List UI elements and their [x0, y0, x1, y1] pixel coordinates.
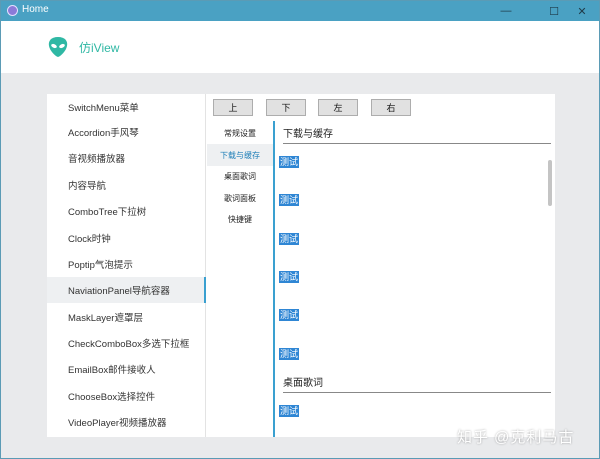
- test-label: 测试: [279, 309, 300, 321]
- menu-item-accordion[interactable]: Accordion手风琴: [47, 119, 206, 145]
- subnav-lyrics-panel[interactable]: 歌词面板: [207, 187, 273, 209]
- section-title-desktop-lyrics: 桌面歌词: [283, 374, 551, 393]
- subnav-desktop-lyrics[interactable]: 桌面歌词: [207, 165, 273, 187]
- subnav-download-cache[interactable]: 下载与缓存: [207, 144, 273, 166]
- test-label: 测试: [279, 405, 300, 417]
- subnav-general[interactable]: 常规设置: [207, 122, 273, 144]
- right-button[interactable]: 右: [371, 99, 411, 116]
- menu-item-navigation-panel[interactable]: NaviationPanel导航容器: [47, 277, 206, 303]
- settings-nav: 常规设置 下载与缓存 桌面歌词 歌词面板 快捷键: [207, 121, 275, 437]
- left-button[interactable]: 左: [318, 99, 358, 116]
- window-title: Home: [22, 4, 49, 15]
- menu-item-emailbox[interactable]: EmailBox邮件接收人: [47, 356, 206, 382]
- main-panel: SwitchMenu菜单 Accordion手风琴 音视频播放器 内容导航 Co…: [47, 94, 555, 437]
- menu-item-combotree[interactable]: ComboTree下拉树: [47, 198, 206, 224]
- section-title-download-cache: 下载与缓存: [283, 125, 551, 144]
- menu-item-media-player[interactable]: 音视频播放器: [47, 145, 206, 171]
- minimize-button[interactable]: —: [489, 1, 523, 21]
- app-icon: [7, 5, 18, 16]
- test-label: 测试: [279, 233, 300, 245]
- watermark: 知乎 @克利马古: [457, 429, 575, 446]
- subnav-shortcuts[interactable]: 快捷键: [207, 208, 273, 230]
- menu-item-masklayer[interactable]: MaskLayer遮罩层: [47, 304, 206, 330]
- test-label: 测试: [279, 194, 300, 206]
- menu-item-videoplayer[interactable]: VideoPlayer视频播放器: [47, 409, 206, 435]
- side-menu: SwitchMenu菜单 Accordion手风琴 音视频播放器 内容导航 Co…: [47, 94, 206, 437]
- app-header: 仿iView: [1, 21, 599, 73]
- title-bar[interactable]: Home — ☐ ✕: [1, 1, 599, 21]
- alien-logo-icon: [48, 37, 68, 57]
- menu-item-clock[interactable]: Clock时钟: [47, 225, 206, 251]
- menu-item-poptip[interactable]: Poptip气泡提示: [47, 251, 206, 277]
- content-scrollbar[interactable]: [548, 160, 552, 206]
- test-label: 测试: [279, 348, 300, 360]
- settings-content[interactable]: 下载与缓存 测试 测试 测试 测试 测试 测试 桌面歌词 测试: [277, 121, 555, 437]
- test-label: 测试: [279, 271, 300, 283]
- down-button[interactable]: 下: [266, 99, 306, 116]
- up-button[interactable]: 上: [213, 99, 253, 116]
- test-label: 测试: [279, 156, 300, 168]
- close-button[interactable]: ✕: [565, 1, 599, 21]
- menu-item-choosebox[interactable]: ChooseBox选择控件: [47, 383, 206, 409]
- brand-name: 仿iView: [79, 41, 120, 55]
- menu-item-switchmenu[interactable]: SwitchMenu菜单: [47, 94, 206, 120]
- menu-item-content-nav[interactable]: 内容导航: [47, 172, 206, 198]
- app-window: Home — ☐ ✕ 仿iView SwitchMenu菜单 Accordion…: [0, 0, 600, 459]
- menu-item-checkcombobox[interactable]: CheckComboBox多选下拉框: [47, 330, 206, 356]
